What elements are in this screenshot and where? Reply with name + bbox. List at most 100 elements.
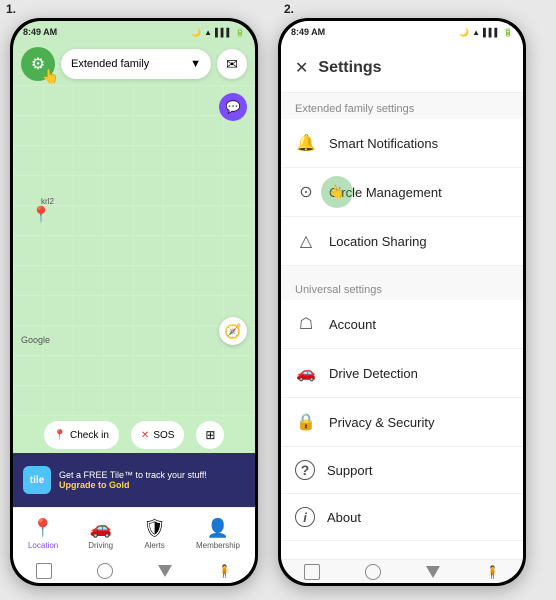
triangle-icon: △ [295, 230, 317, 252]
wifi-icon-2: ▲ [472, 28, 480, 37]
signal-icon: ▌▌▌ [215, 28, 232, 37]
settings-item-smart-notifications[interactable]: 🔔 Smart Notifications [281, 119, 523, 168]
compass-button[interactable]: 🧭 [219, 317, 247, 345]
shield-nav-icon: 🛡 [143, 518, 166, 539]
sos-label: SOS [153, 430, 174, 441]
pin-icon: 📍 [54, 430, 66, 441]
battery-icon-2: 🔋 [503, 28, 513, 37]
gear-button[interactable]: ⚙ 👆 [21, 47, 55, 81]
phone-bottom-bar-1: 🧍 [13, 559, 255, 583]
checkin-label: Check in [70, 430, 109, 441]
screen1-label: 1. [6, 2, 16, 16]
map-pin: 📍 [31, 205, 51, 225]
top-bar: ⚙ 👆 Extended family ▼ ✉ [13, 43, 255, 85]
account-label: Account [329, 317, 376, 332]
nav-alerts-label: Alerts [144, 541, 164, 550]
driving-nav-icon: 🚗 [89, 518, 111, 539]
mail-button[interactable]: ✉ [217, 49, 247, 79]
sos-button[interactable]: ✕ SOS [131, 421, 185, 449]
screen2-label: 2. [284, 2, 294, 16]
person-nav-icon: 👤 [207, 518, 229, 539]
logout-icon: ⇥ [295, 554, 317, 559]
battery-icon: 🔋 [235, 28, 245, 37]
chevron-down-icon: ▼ [190, 58, 201, 70]
location-sharing-label: Location Sharing [329, 234, 427, 249]
layers-button[interactable]: ⊞ [196, 421, 224, 449]
location-nav-icon: 📍 [32, 518, 54, 539]
settings-item-logout[interactable]: ⇥ Log Out [281, 541, 523, 559]
promo-line1: Get a FREE Tile™ to track your stuff! [59, 470, 245, 480]
wifi-icon: ▲ [204, 28, 212, 37]
settings-item-account[interactable]: ☖ Account [281, 300, 523, 349]
checkin-button[interactable]: 📍 Check in [44, 421, 119, 449]
logout-label: Log Out [329, 558, 375, 560]
person-btn-1[interactable]: 🧍 [217, 564, 232, 578]
nav-location-label: Location [28, 541, 58, 550]
smart-notifications-label: Smart Notifications [329, 136, 438, 151]
action-buttons: 📍 Check in ✕ SOS ⊞ [13, 417, 255, 453]
settings-item-drive-detection[interactable]: 🚗 Drive Detection [281, 349, 523, 398]
phone1: 8:49 AM 🌙 ▲ ▌▌▌ 🔋 ⚙ 👆 Extended family ▼ [10, 18, 258, 586]
settings-item-location-sharing[interactable]: △ Location Sharing [281, 217, 523, 266]
nav-membership-label: Membership [196, 541, 240, 550]
signal-icon-2: ▌▌▌ [483, 28, 500, 37]
section-header-family: Extended family settings [281, 93, 523, 119]
map-grid [13, 85, 255, 417]
settings-spacer-1 [281, 266, 523, 274]
support-label: Support [327, 463, 373, 478]
phone2: 8:49 AM 🌙 ▲ ▌▌▌ 🔋 ✕ Settings Extended fa… [278, 18, 526, 586]
moon-icon-2: 🌙 [459, 28, 469, 37]
settings-title: Settings [318, 59, 381, 77]
close-button[interactable]: ✕ [295, 58, 308, 78]
screen2-wrapper: 2. 8:49 AM 🌙 ▲ ▌▌▌ 🔋 ✕ Settings [278, 0, 556, 600]
settings-header: ✕ Settings [281, 43, 523, 93]
phone-bottom-bar-2: 🧍 [281, 559, 523, 583]
promo-text: Get a FREE Tile™ to track your stuff! Up… [59, 470, 245, 490]
time-2: 8:49 AM [291, 27, 325, 37]
nav-alerts[interactable]: 🛡 Alerts [143, 518, 166, 550]
screen1-wrapper: 1. 8:49 AM 🌙 ▲ ▌▌▌ 🔋 ⚙ 👆 Exte [0, 0, 278, 600]
settings-item-support[interactable]: ? Support [281, 447, 523, 494]
nav-membership[interactable]: 👤 Membership [196, 518, 240, 550]
drive-detection-label: Drive Detection [329, 366, 418, 381]
bell-icon: 🔔 [295, 132, 317, 154]
settings-item-circle-management[interactable]: ⊙ Circle Management 👆 [281, 168, 523, 217]
family-dropdown[interactable]: Extended family ▼ [61, 49, 211, 79]
lock-icon: 🔒 [295, 411, 317, 433]
phone2-inner: 8:49 AM 🌙 ▲ ▌▌▌ 🔋 ✕ Settings Extended fa… [281, 21, 523, 583]
recents-btn-2[interactable] [426, 566, 440, 578]
settings-item-about[interactable]: i About [281, 494, 523, 541]
tile-logo: tile [23, 466, 51, 494]
person-btn-2[interactable]: 🧍 [485, 565, 500, 579]
circle-management-label: Circle Management [329, 185, 442, 200]
x-circle-icon: ✕ [141, 430, 149, 441]
status-icons-1: 🌙 ▲ ▌▌▌ 🔋 [191, 28, 245, 37]
status-bar-2: 8:49 AM 🌙 ▲ ▌▌▌ 🔋 [281, 21, 523, 43]
google-label: Google [21, 335, 50, 345]
section-header-universal: Universal settings [281, 274, 523, 300]
nav-driving[interactable]: 🚗 Driving [88, 518, 113, 550]
back-btn-2[interactable] [304, 564, 320, 580]
nav-location[interactable]: 📍 Location [28, 518, 58, 550]
info-icon: i [295, 507, 315, 527]
circle-icon: ⊙ [295, 181, 317, 203]
family-dropdown-label: Extended family [71, 58, 149, 70]
nav-driving-label: Driving [88, 541, 113, 550]
question-icon: ? [295, 460, 315, 480]
recents-btn-1[interactable] [158, 565, 172, 577]
home-btn-2[interactable] [365, 564, 381, 580]
account-icon: ☖ [295, 313, 317, 335]
settings-item-privacy-security[interactable]: 🔒 Privacy & Security [281, 398, 523, 447]
map-area: 💬 📍 krl2 Google 🧭 [13, 85, 255, 417]
promo-banner[interactable]: tile Get a FREE Tile™ to track your stuf… [13, 453, 255, 507]
promo-line2: Upgrade to Gold [59, 480, 245, 490]
back-btn-1[interactable] [36, 563, 52, 579]
chat-bubble[interactable]: 💬 [219, 93, 247, 121]
cursor-hand-1: 👆 [42, 68, 59, 85]
settings-scroll[interactable]: Extended family settings 🔔 Smart Notific… [281, 93, 523, 559]
home-btn-1[interactable] [97, 563, 113, 579]
about-label: About [327, 510, 361, 525]
status-icons-2: 🌙 ▲ ▌▌▌ 🔋 [459, 28, 513, 37]
phone1-inner: 8:49 AM 🌙 ▲ ▌▌▌ 🔋 ⚙ 👆 Extended family ▼ [13, 21, 255, 583]
map-label: krl2 [41, 197, 54, 206]
